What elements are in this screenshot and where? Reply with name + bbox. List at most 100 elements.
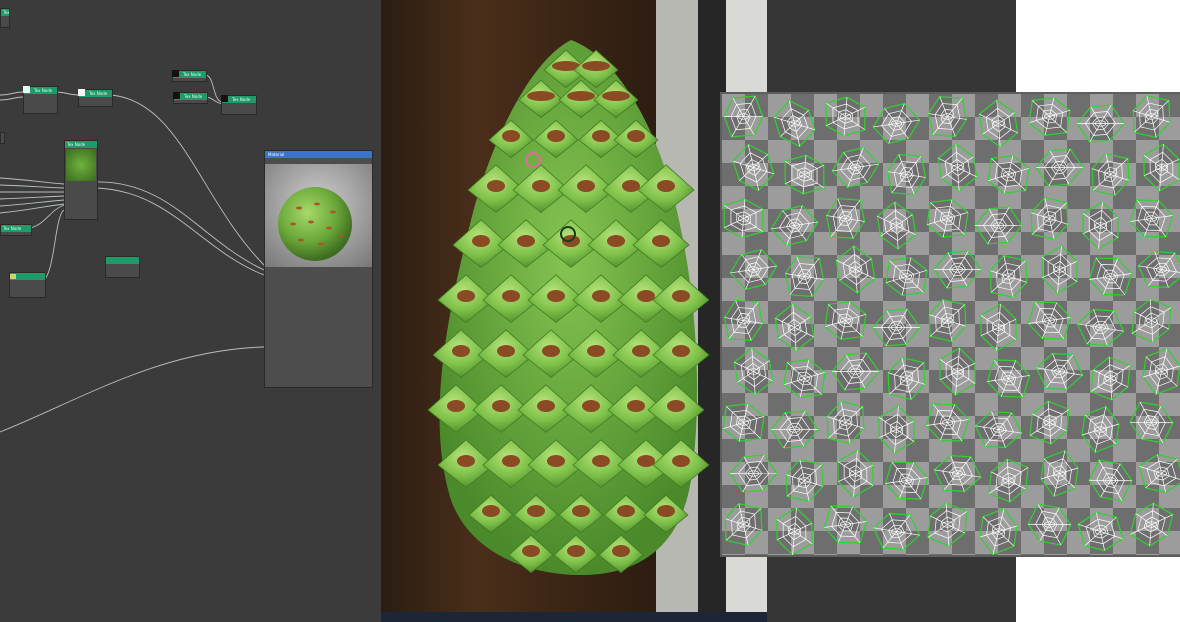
- uv-checker-cell: [975, 485, 998, 508]
- uv-checker-cell: [1067, 94, 1090, 117]
- uv-editor[interactable]: [720, 92, 1180, 557]
- cone-spike: [627, 400, 645, 412]
- uv-checker-cell: [1044, 140, 1067, 163]
- cone-spike: [492, 400, 510, 412]
- uv-layout: [722, 94, 1180, 555]
- uv-checker-cell: [1159, 485, 1180, 508]
- uv-checker-cell: [975, 186, 998, 209]
- cone-spike: [537, 400, 555, 412]
- uv-checker-cell: [722, 439, 745, 462]
- uv-checker-cell: [768, 508, 791, 531]
- uv-checker-cell: [906, 140, 929, 163]
- graph-node[interactable]: [0, 132, 5, 144]
- cone-spike: [637, 455, 655, 467]
- cone-spike: [502, 130, 520, 142]
- cone-spike: [567, 545, 585, 557]
- uv-checker-cell: [1090, 416, 1113, 439]
- uv-checker-cell: [1159, 163, 1180, 186]
- cone-spike: [582, 61, 610, 71]
- uv-checker-cell: [768, 347, 791, 370]
- graph-node[interactable]: Tex Node: [0, 8, 10, 28]
- uv-checker-cell: [1113, 554, 1136, 555]
- color-swatch-black: [172, 70, 179, 77]
- uv-checker-cell: [975, 393, 998, 416]
- uv-checker-cell: [1067, 531, 1090, 554]
- uv-checker-cell: [906, 370, 929, 393]
- uv-checker-cell: [745, 439, 768, 462]
- uv-checker-cell: [906, 416, 929, 439]
- material-input-slot[interactable]: [265, 375, 372, 379]
- material-preview: [265, 164, 372, 267]
- graph-node[interactable]: [105, 256, 140, 278]
- uv-checker-cell: [768, 186, 791, 209]
- uv-checker-cell: [998, 439, 1021, 462]
- cone-spike: [582, 400, 600, 412]
- uv-checker-cell: [906, 439, 929, 462]
- uv-checker-cell: [860, 508, 883, 531]
- node-header: Tex Node: [1, 225, 31, 232]
- uv-checker-cell: [1090, 393, 1113, 416]
- uv-checker-cell: [1044, 232, 1067, 255]
- uv-checker-cell: [860, 140, 883, 163]
- uv-checker-cell: [768, 117, 791, 140]
- uv-checker-cell: [814, 554, 837, 555]
- uv-checker-cell: [860, 439, 883, 462]
- uv-checker-cell: [860, 232, 883, 255]
- cone-spike: [672, 345, 690, 357]
- material-preview-sphere: [278, 187, 352, 261]
- uv-checker-cell: [860, 554, 883, 555]
- uv-checker-cell: [1113, 117, 1136, 140]
- uv-checker-cell: [814, 209, 837, 232]
- graph-node-texture[interactable]: Tex Node: [64, 140, 98, 220]
- uv-checker-cell: [1067, 485, 1090, 508]
- uv-checker-cell: [837, 554, 860, 555]
- cone-spike: [532, 180, 550, 192]
- uv-checker-cell: [768, 554, 791, 555]
- node-header: Tex Node: [65, 141, 97, 148]
- uv-checker-cell: [814, 485, 837, 508]
- uv-checker-cell: [791, 163, 814, 186]
- uv-checker-cell: [1159, 554, 1180, 555]
- uv-checker-cell: [1113, 416, 1136, 439]
- uv-checker-cell: [791, 439, 814, 462]
- uv-checker-cell: [837, 485, 860, 508]
- uv-checker-cell: [929, 554, 952, 555]
- cone-spike: [517, 235, 535, 247]
- color-swatch-black: [173, 92, 180, 99]
- uv-checker-cell: [745, 94, 768, 117]
- uv-checker-cell: [1067, 462, 1090, 485]
- uv-checker-cell: [814, 163, 837, 186]
- uv-checker-cell: [952, 140, 975, 163]
- cone-spike: [667, 400, 685, 412]
- uv-checker-cell: [1044, 554, 1067, 555]
- uv-checker-cell: [814, 531, 837, 554]
- uv-checker-cell: [1113, 140, 1136, 163]
- cone-spike: [472, 235, 490, 247]
- uv-checker-cell: [1090, 485, 1113, 508]
- uv-checker-cell: [883, 140, 906, 163]
- uv-checker-cell: [1067, 140, 1090, 163]
- graph-node[interactable]: Tex Node: [0, 224, 32, 236]
- viewport-render[interactable]: [381, 0, 767, 622]
- cone-spike: [672, 290, 690, 302]
- uv-checker-cell: [883, 508, 906, 531]
- uv-checker-cell: [1113, 301, 1136, 324]
- cone-spike: [547, 455, 565, 467]
- cone-spike: [497, 345, 515, 357]
- uv-checker-cell: [929, 278, 952, 301]
- node-graph-panel[interactable]: Tex Node Tex Node Tex Node Tex Node Tex …: [0, 0, 381, 622]
- cone-spike: [547, 290, 565, 302]
- uv-checker-cell: [1021, 232, 1044, 255]
- uv-checker-cell: [1067, 554, 1090, 555]
- cone-spike: [452, 345, 470, 357]
- uv-checker-cell: [952, 186, 975, 209]
- uv-checker-cell: [860, 186, 883, 209]
- uv-checker-cell: [1021, 301, 1044, 324]
- uv-checker-cell: [791, 485, 814, 508]
- material-output-node[interactable]: Material: [264, 150, 373, 388]
- uv-checker-cell: [906, 554, 929, 555]
- uv-checker-cell: [1067, 186, 1090, 209]
- uv-checker-cell: [722, 278, 745, 301]
- cone-spike: [612, 545, 630, 557]
- uv-checker-cell: [722, 232, 745, 255]
